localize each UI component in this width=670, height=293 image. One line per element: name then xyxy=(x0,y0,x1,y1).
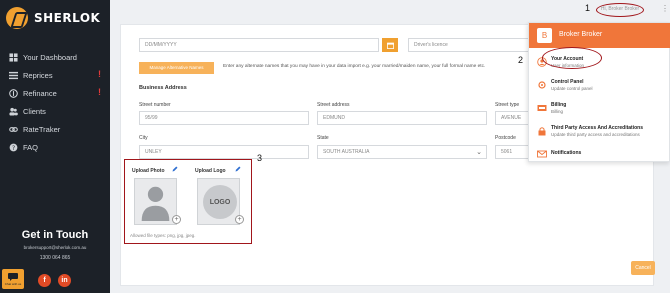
sherlok-logo-icon xyxy=(6,7,28,29)
menu-item-control-panel[interactable]: Control Panel Update control panel xyxy=(529,76,670,98)
logo-upload-area[interactable]: LOGO xyxy=(197,178,240,225)
menu-item-subtitle: Update control panel xyxy=(551,86,593,91)
sidebar-item-clients[interactable]: Clients xyxy=(0,102,110,120)
add-logo-icon[interactable]: + xyxy=(235,215,244,224)
menu-item-subtitle: Billing xyxy=(551,109,564,114)
upload-section: Upload Photo + Upload Logo LOGO + Allowe… xyxy=(124,159,252,244)
menu-item-billing[interactable]: Billing Billing xyxy=(529,99,670,121)
calendar-button[interactable] xyxy=(382,38,398,52)
menu-item-title: Billing xyxy=(551,102,567,108)
date-of-birth-input[interactable]: DD/MM/YYYY xyxy=(139,38,379,52)
street-address-label: Street address xyxy=(317,102,350,108)
question-icon: ? xyxy=(9,143,18,152)
street-address-input[interactable]: EDMUND xyxy=(317,111,487,125)
sidebar-item-refinance[interactable]: Refinance ! xyxy=(0,84,110,102)
city-label: City xyxy=(139,135,148,141)
add-photo-icon[interactable]: + xyxy=(172,215,181,224)
city-input[interactable]: UNLEY xyxy=(139,145,309,159)
menu-item-subtitle: Update third party access and accreditat… xyxy=(551,132,640,137)
linkedin-icon[interactable]: in xyxy=(58,274,71,287)
menu-item-third-party-access[interactable]: Third Party Access And Accreditations Up… xyxy=(529,122,670,144)
menu-item-notifications[interactable]: Notifications xyxy=(529,145,670,167)
money-icon xyxy=(9,88,18,98)
menu-item-title: Third Party Access And Accreditations xyxy=(551,125,643,131)
facebook-icon[interactable]: f xyxy=(38,274,51,287)
highlight-your-account xyxy=(542,47,602,69)
manage-alternative-names-button[interactable]: Manage Alternative Names xyxy=(139,62,214,74)
sidebar-item-label: Refinance xyxy=(23,88,57,98)
contact-title: Get in Touch xyxy=(21,229,89,241)
control-panel-icon xyxy=(538,81,546,89)
street-number-input[interactable]: 95/99 xyxy=(139,111,309,125)
svg-text:?: ? xyxy=(12,144,15,151)
alert-badge: ! xyxy=(98,87,101,97)
dashboard-icon xyxy=(9,52,18,62)
postcode-label: Postcode xyxy=(495,135,516,141)
sidebar-item-label: Your Dashboard xyxy=(23,52,77,62)
support-email-link[interactable]: brokersupport@sherlok.com.au xyxy=(0,245,110,250)
sidebar-item-label: Reprices xyxy=(23,70,53,80)
sidebar-item-reprices[interactable]: Reprices ! xyxy=(0,66,110,84)
business-address-title: Business Address xyxy=(139,85,187,91)
user-menu-chip[interactable]: Hi, Broker Broker xyxy=(596,3,644,17)
state-label: State xyxy=(317,135,329,141)
mail-icon xyxy=(537,150,547,158)
avatar: B xyxy=(537,28,552,43)
chat-icon xyxy=(8,272,18,281)
dropdown-user-name: Broker Broker xyxy=(559,31,603,38)
annotation-number-1: 1 xyxy=(585,3,591,13)
state-selected-value: SOUTH AUSTRALIA xyxy=(323,149,370,155)
brand-name: SHERLOK xyxy=(34,11,101,25)
street-number-label: Street number xyxy=(139,102,171,108)
annotation-number-2: 2 xyxy=(518,55,524,65)
state-select[interactable]: SOUTH AUSTRALIA ⌄ xyxy=(317,145,487,159)
cancel-button[interactable]: Cancel xyxy=(631,261,655,275)
sidebar-item-label: RateTraker xyxy=(23,124,61,134)
lock-icon xyxy=(538,127,546,136)
upload-logo-label: Upload Logo xyxy=(195,168,226,174)
sidebar-nav: Your Dashboard Reprices ! Refinance ! Cl… xyxy=(0,48,110,156)
users-icon xyxy=(9,107,18,116)
annotation-number-3: 3 xyxy=(257,153,263,163)
sidebar: SHERLOK Your Dashboard Reprices ! Refina… xyxy=(0,0,110,293)
alt-names-note: Enter any alternate names that you may h… xyxy=(223,64,486,69)
chevron-down-icon: ⌄ xyxy=(476,149,482,156)
dropdown-header: B Broker Broker xyxy=(529,23,670,48)
chat-label: Chat with us xyxy=(4,281,22,286)
sidebar-item-ratetraker[interactable]: RateTraker xyxy=(0,120,110,138)
chat-button[interactable]: Chat with us xyxy=(2,269,24,289)
more-menu-icon[interactable]: ⋮ xyxy=(661,4,669,13)
support-phone[interactable]: 1300 064 865 xyxy=(0,255,110,261)
sidebar-item-label: FAQ xyxy=(23,142,39,152)
logo-placeholder: LOGO xyxy=(203,185,237,219)
menu-item-title: Control Panel xyxy=(551,79,584,85)
street-type-label: Street type xyxy=(495,102,520,108)
edit-logo-pencil-icon[interactable] xyxy=(235,166,241,172)
brand-logo[interactable]: SHERLOK xyxy=(6,6,106,30)
allowed-file-types: Allowed file types: png, jpg, jpeg. xyxy=(130,233,196,238)
sidebar-item-label: Clients xyxy=(23,106,46,116)
photo-upload-area[interactable] xyxy=(134,178,177,225)
sidebar-item-faq[interactable]: ? FAQ xyxy=(0,138,110,156)
calendar-icon xyxy=(386,42,394,49)
user-dropdown-menu: B Broker Broker Your Account User inform… xyxy=(528,22,670,162)
edit-photo-pencil-icon[interactable] xyxy=(172,166,178,172)
upload-photo-label: Upload Photo xyxy=(132,168,165,174)
contact-panel: Get in Touch brokersupport@sherlok.com.a… xyxy=(0,210,110,293)
menu-item-title: Notifications xyxy=(551,150,582,156)
billing-icon xyxy=(537,105,547,111)
alert-badge: ! xyxy=(98,69,101,79)
avatar-placeholder-icon xyxy=(141,186,170,222)
sidebar-item-dashboard[interactable]: Your Dashboard xyxy=(0,48,110,66)
list-icon xyxy=(9,71,18,80)
link-icon xyxy=(9,125,18,134)
